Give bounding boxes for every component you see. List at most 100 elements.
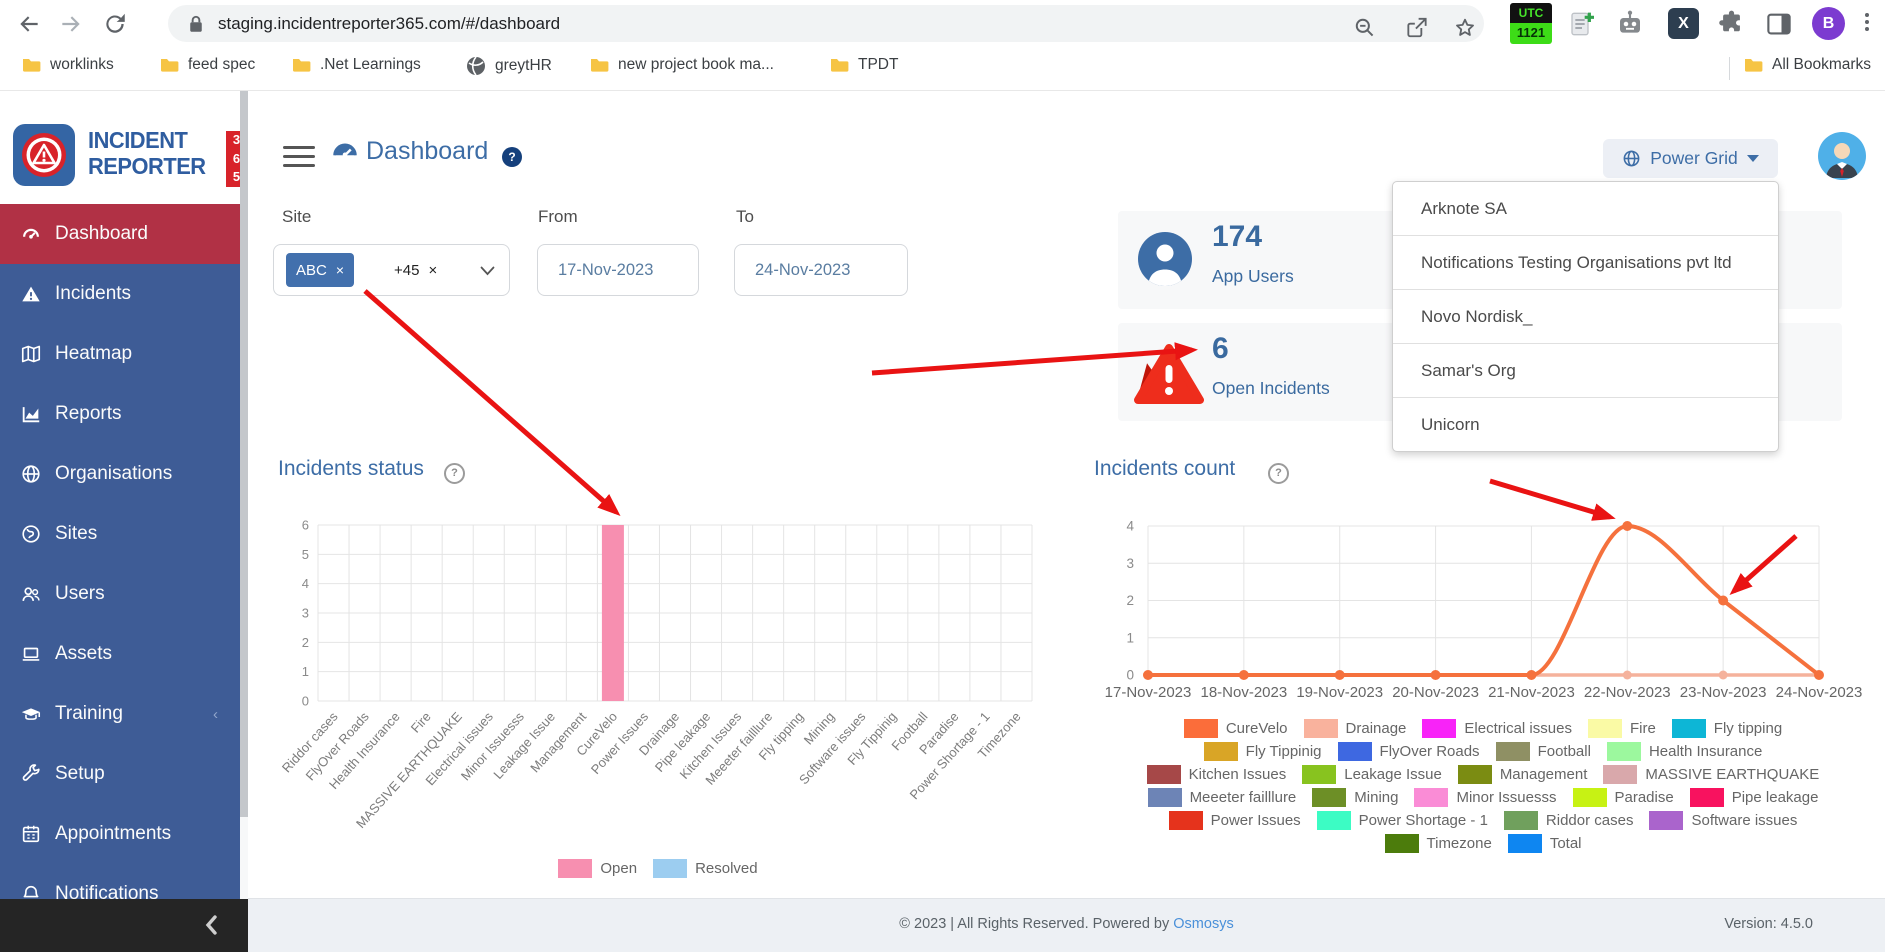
zoom-out-icon[interactable] [1352, 15, 1378, 41]
sidebar-collapse-bar[interactable] [0, 899, 248, 952]
legend-item[interactable]: Software issues [1649, 811, 1797, 830]
all-bookmarks[interactable]: All Bookmarks [1744, 56, 1871, 74]
page-help-icon[interactable]: ? [502, 147, 522, 167]
legend-item[interactable]: Riddor cases [1504, 811, 1634, 830]
legend-item[interactable]: Pipe leakage [1690, 788, 1819, 807]
org-option[interactable]: Samar's Org [1393, 343, 1778, 397]
legend-item[interactable]: MASSIVE EARTHQUAKE [1603, 765, 1819, 784]
organisation-selector-button[interactable]: Power Grid [1603, 139, 1778, 178]
legend-item[interactable]: Football [1496, 742, 1591, 761]
browser-profile-avatar[interactable]: B [1812, 7, 1845, 40]
robot-extension-icon[interactable] [1614, 8, 1646, 40]
sidebar-item-sites[interactable]: Sites [0, 504, 240, 564]
site-multiselect[interactable]: ABC × +45 × [273, 244, 510, 296]
bookmarks-bar: worklinks feed spec .Net Learnings greyt… [0, 47, 1885, 90]
forward-icon[interactable] [58, 11, 84, 37]
legend-item[interactable]: Power Shortage - 1 [1317, 811, 1488, 830]
sidebar-item-training[interactable]: Training ‹ [0, 684, 240, 744]
legend-item[interactable]: Leakage Issue [1302, 765, 1442, 784]
menu-toggle-icon[interactable] [283, 146, 315, 173]
legend-swatch [1338, 742, 1372, 761]
app-window: INCIDENT REPORTER 365 Dashboard Incident… [0, 90, 1885, 952]
bookmark-net-learnings[interactable]: .Net Learnings [292, 56, 421, 74]
legend-item[interactable]: Total [1508, 834, 1582, 853]
sidebar-scrollbar-thumb[interactable] [240, 91, 248, 817]
sidebar-item-users[interactable]: Users [0, 564, 240, 624]
legend-item[interactable]: Mining [1312, 788, 1398, 807]
x-extension-icon[interactable]: X [1668, 8, 1699, 39]
legend-item[interactable]: Kitchen Issues [1147, 765, 1287, 784]
bookmark-greythr[interactable]: greytHR [466, 56, 552, 76]
svg-text:20-Nov-2023: 20-Nov-2023 [1392, 684, 1479, 701]
org-option[interactable]: Novo Nordisk_ [1393, 289, 1778, 343]
reload-icon[interactable] [102, 11, 128, 37]
bell-icon [20, 883, 42, 899]
legend-item[interactable]: Fire [1588, 719, 1656, 738]
sidebar-item-setup[interactable]: Setup [0, 744, 240, 804]
legend-item[interactable]: Open [558, 859, 637, 878]
legend-swatch [1690, 788, 1724, 807]
org-option[interactable]: Unicorn [1393, 397, 1778, 451]
bookmark-star-icon[interactable] [1452, 15, 1478, 41]
legend-item[interactable]: Meeeter failllure [1148, 788, 1297, 807]
svg-text:6: 6 [302, 518, 309, 533]
sidebar-item-notifications[interactable]: Notifications [0, 864, 240, 899]
address-bar[interactable]: staging.incidentreporter365.com/#/dashbo… [168, 5, 1484, 42]
svg-text:4: 4 [1126, 519, 1134, 534]
bookmark-feed-spec[interactable]: feed spec [160, 56, 255, 74]
to-date-input[interactable]: 24-Nov-2023 [734, 244, 908, 296]
share-icon[interactable] [1404, 15, 1430, 41]
browser-chrome: staging.incidentreporter365.com/#/dashbo… [0, 0, 1885, 47]
sidebar-item-organisations[interactable]: Organisations [0, 444, 240, 504]
legend-item[interactable]: Management [1458, 765, 1588, 784]
legend-swatch [1385, 834, 1419, 853]
extensions-puzzle-icon[interactable] [1716, 8, 1747, 39]
legend-item[interactable]: Drainage [1304, 719, 1407, 738]
legend-item[interactable]: Fly Tippinig [1204, 742, 1322, 761]
legend-item[interactable]: Fly tipping [1672, 719, 1782, 738]
from-date-input[interactable]: 17-Nov-2023 [537, 244, 699, 296]
legend-item[interactable]: FlyOver Roads [1338, 742, 1480, 761]
bar-chart-help-icon[interactable]: ? [444, 463, 465, 484]
legend-item[interactable]: Paradise [1573, 788, 1674, 807]
legend-item[interactable]: Power Issues [1169, 811, 1301, 830]
bar-chart-legend: Open Resolved [268, 859, 1048, 878]
site-chip-abc[interactable]: ABC × [286, 253, 354, 287]
organisation-dropdown: Arknote SA Notifications Testing Organis… [1392, 181, 1779, 452]
site-more-count[interactable]: +45 × [394, 262, 437, 279]
sidebar-item-appointments[interactable]: Appointments [0, 804, 240, 864]
browser-menu-icon[interactable] [1864, 10, 1870, 34]
org-option[interactable]: Arknote SA [1393, 182, 1778, 235]
sidebar-item-reports[interactable]: Reports [0, 384, 240, 444]
chip-remove-icon[interactable]: × [336, 262, 344, 278]
sidebar-item-assets[interactable]: Assets [0, 624, 240, 684]
legend-swatch [1304, 719, 1338, 738]
legend-swatch [1204, 742, 1238, 761]
legend-item[interactable]: CureVelo [1184, 719, 1288, 738]
legend-item[interactable]: Resolved [653, 859, 758, 878]
svg-text:5: 5 [302, 547, 309, 562]
sidebar-item-incidents[interactable]: Incidents [0, 264, 240, 324]
legend-item[interactable]: Timezone [1385, 834, 1492, 853]
legend-item[interactable]: Electrical issues [1422, 719, 1572, 738]
svg-text:3: 3 [302, 606, 309, 621]
more-remove-icon[interactable]: × [428, 262, 437, 279]
clipboard-plus-extension-icon[interactable] [1566, 8, 1598, 40]
back-icon[interactable] [16, 11, 42, 37]
sidebar-item-dashboard[interactable]: Dashboard [0, 204, 240, 264]
side-panel-icon[interactable] [1764, 9, 1794, 39]
osmosys-link[interactable]: Osmosys [1173, 916, 1233, 932]
line-chart-help-icon[interactable]: ? [1268, 463, 1289, 484]
org-option[interactable]: Notifications Testing Organisations pvt … [1393, 235, 1778, 289]
legend-item[interactable]: Health Insurance [1607, 742, 1762, 761]
legend-swatch [1312, 788, 1346, 807]
sidebar-item-heatmap[interactable]: Heatmap [0, 324, 240, 384]
bookmark-worklinks[interactable]: worklinks [22, 56, 114, 74]
user-avatar[interactable] [1818, 132, 1866, 180]
legend-item[interactable]: Minor Issuesss [1414, 788, 1556, 807]
utc-time-extension-icon[interactable]: UTC 1121 [1510, 3, 1552, 44]
bookmark-tpdt[interactable]: TPDT [830, 56, 898, 74]
svg-text:3: 3 [1126, 556, 1134, 571]
bookmark-new-project[interactable]: new project book ma... [590, 56, 774, 74]
site-globe-icon [20, 523, 42, 545]
